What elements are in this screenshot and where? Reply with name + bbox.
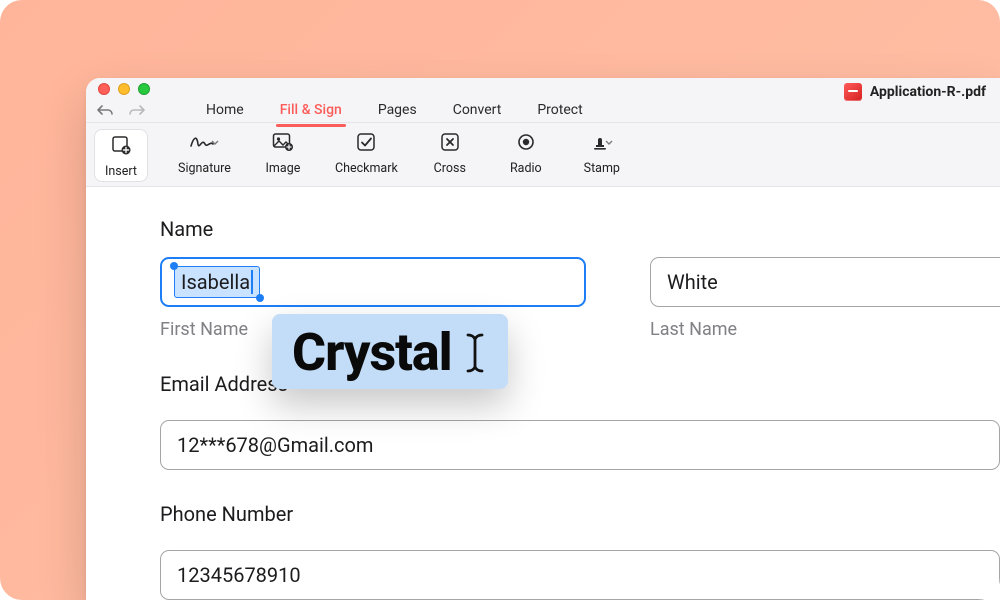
text-selection[interactable]: Isabella [174, 266, 260, 298]
tool-image[interactable]: Image [259, 131, 307, 180]
tabs: Home Fill & Sign Pages Convert Protect [206, 102, 583, 120]
first-name-value: Isabella [181, 270, 250, 294]
tool-insert[interactable]: Insert [94, 129, 148, 182]
tool-cross[interactable]: Cross [426, 131, 474, 180]
tab-fill-sign[interactable]: Fill & Sign [280, 102, 342, 120]
window-controls [98, 83, 150, 95]
last-name-group: White Last Name [650, 257, 1000, 340]
pdf-icon [844, 83, 862, 101]
tab-pages[interactable]: Pages [378, 102, 417, 120]
text-entry-overlay[interactable]: Crystal [272, 314, 508, 389]
undo-redo-group [96, 104, 146, 118]
last-name-sublabel: Last Name [650, 319, 1000, 340]
email-input[interactable]: 12***678@Gmail.com [160, 420, 1000, 470]
tool-stamp[interactable]: Stamp [578, 131, 626, 180]
close-icon[interactable] [98, 83, 110, 95]
tool-signature-label: Signature [178, 161, 231, 176]
tool-radio-label: Radio [510, 161, 542, 176]
stamp-icon [589, 131, 615, 153]
titlebar: Application-R-.pdf [86, 78, 1000, 99]
insert-icon [111, 134, 131, 156]
cross-icon [440, 131, 460, 153]
document-canvas: Name Isabella First Name [86, 187, 1000, 600]
last-name-input[interactable]: White [650, 257, 1000, 307]
tool-insert-label: Insert [105, 164, 137, 179]
selection-handle-tl[interactable] [170, 262, 178, 270]
tab-convert[interactable]: Convert [453, 102, 502, 120]
stage-backdrop: Application-R-.pdf Home Fill & Sign Page… [0, 0, 1000, 600]
last-name-value: White [667, 270, 718, 294]
minimize-icon[interactable] [118, 83, 130, 95]
tab-protect[interactable]: Protect [537, 102, 582, 120]
tab-home[interactable]: Home [206, 102, 244, 120]
tool-signature[interactable]: Signature [178, 131, 231, 180]
tool-checkmark-label: Checkmark [335, 161, 398, 176]
phone-value: 12345678910 [177, 563, 301, 587]
selection-handle-br[interactable] [256, 294, 264, 302]
tool-cross-label: Cross [434, 161, 466, 176]
tool-radio[interactable]: Radio [502, 131, 550, 180]
typed-word: Crystal [292, 322, 452, 383]
tool-stamp-label: Stamp [584, 161, 620, 176]
text-caret [251, 270, 253, 294]
tool-image-label: Image [266, 161, 301, 176]
text-cursor-icon [462, 329, 488, 377]
zoom-icon[interactable] [138, 83, 150, 95]
image-icon [272, 131, 294, 153]
redo-icon[interactable] [128, 104, 146, 118]
ribbon-toolbar: Insert Signature Image Checkmark [86, 122, 1000, 187]
app-window: Application-R-.pdf Home Fill & Sign Page… [86, 78, 1000, 600]
tool-checkmark[interactable]: Checkmark [335, 131, 398, 180]
signature-icon [189, 131, 219, 153]
undo-icon[interactable] [96, 104, 114, 118]
first-name-field-wrap: Isabella [160, 257, 586, 307]
document-title-text: Application-R-.pdf [870, 84, 986, 100]
phone-label: Phone Number [160, 502, 1000, 526]
first-name-input[interactable]: Isabella [160, 257, 586, 307]
radio-icon [516, 131, 536, 153]
phone-input[interactable]: 12345678910 [160, 550, 1000, 600]
name-label: Name [160, 217, 1000, 241]
document-title: Application-R-.pdf [844, 78, 986, 106]
checkmark-icon [356, 131, 376, 153]
email-value: 12***678@Gmail.com [177, 433, 373, 457]
